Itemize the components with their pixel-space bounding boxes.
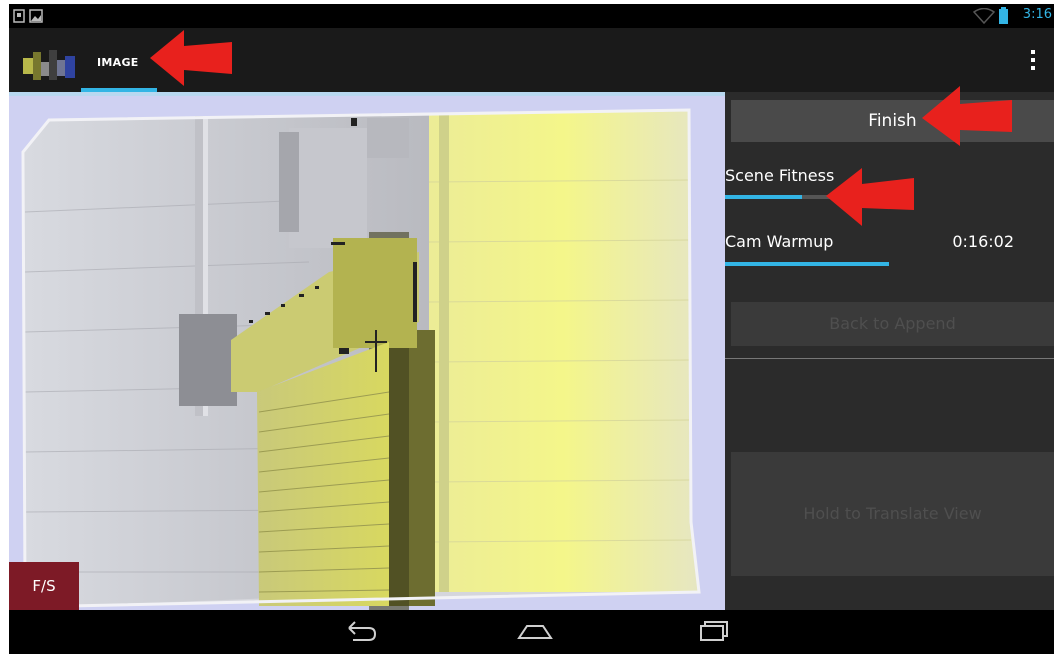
scene-fitness-fill (725, 195, 802, 199)
tab-image[interactable]: IMAGE (81, 28, 157, 92)
cam-warmup-time: 0:16:02 (952, 232, 1014, 251)
overflow-menu-icon[interactable] (1030, 50, 1036, 74)
app-logo-icon (23, 50, 75, 80)
wifi-icon (973, 8, 995, 24)
cam-warmup-label: Cam Warmup (725, 232, 834, 251)
battery-icon (999, 7, 1008, 24)
annotation-arrow-finish-icon (922, 86, 1012, 146)
annotation-arrow-scene-fitness-icon (826, 168, 914, 226)
annotation-arrow-image-icon (150, 30, 232, 86)
status-time: 3:16 (1022, 7, 1052, 22)
navigation-bar (9, 610, 1054, 654)
panel-divider (725, 358, 1054, 359)
home-icon[interactable] (513, 616, 557, 648)
camera-top-edge (9, 92, 725, 96)
back-icon[interactable] (339, 616, 383, 648)
device-screen: 3:16 IMAGE F/S Finish Scene Fitness Cam … (9, 4, 1054, 654)
fs-button[interactable]: F/S (9, 562, 79, 610)
camera-view[interactable]: F/S (9, 92, 725, 610)
status-bar: 3:16 (9, 4, 1054, 28)
back-to-append-button[interactable]: Back to Append (731, 302, 1054, 346)
tab-image-label: IMAGE (97, 56, 139, 69)
cam-warmup-progress (725, 262, 889, 266)
sim-icon (13, 9, 25, 23)
camera-scene (21, 108, 701, 610)
scene-fitness-label: Scene Fitness (725, 166, 835, 185)
hold-to-translate-view-button[interactable]: Hold to Translate View (731, 452, 1054, 576)
recent-apps-icon[interactable] (689, 616, 733, 648)
image-notification-icon (29, 9, 43, 23)
